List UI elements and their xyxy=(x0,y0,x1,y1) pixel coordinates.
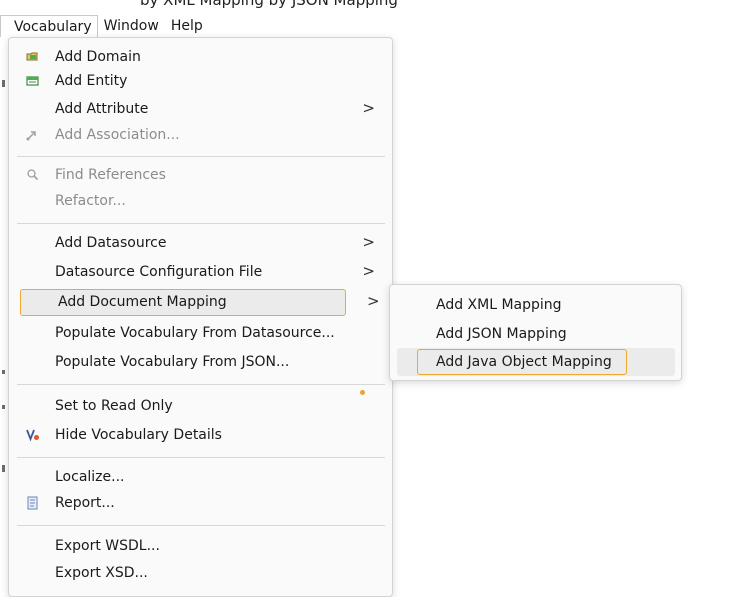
menu-item-export-xsd[interactable]: Export XSD... xyxy=(17,560,385,586)
vocabulary-v-icon xyxy=(25,427,41,443)
menu-item-label: Populate Vocabulary From JSON... xyxy=(55,354,290,370)
cursor-indicator-dot xyxy=(360,390,365,395)
menu-item-label: Add Domain xyxy=(55,49,141,65)
menubar-window[interactable]: Window xyxy=(98,15,165,37)
magnifier-icon xyxy=(25,167,41,183)
menu-item-set-read-only[interactable]: Set to Read Only xyxy=(17,393,385,419)
menu-separator xyxy=(17,525,385,526)
menu-item-datasource-config[interactable]: Datasource Configuration File > xyxy=(17,259,385,285)
menu-item-localize[interactable]: Localize... xyxy=(17,464,385,490)
submenu-item-label: Add JSON Mapping xyxy=(436,326,567,342)
menu-separator xyxy=(17,384,385,385)
menu-item-label: Add Document Mapping xyxy=(58,294,227,310)
menu-separator xyxy=(17,223,385,224)
menu-item-label: Set to Read Only xyxy=(55,398,173,414)
menu-item-export-wsdl[interactable]: Export WSDL... xyxy=(17,533,385,559)
submenu-item-add-java-object-mapping[interactable]: Add Java Object Mapping xyxy=(397,348,675,376)
background-fragment xyxy=(2,370,5,374)
menu-item-label: Add Datasource xyxy=(55,235,167,251)
document-mapping-submenu: Add XML Mapping Add JSON Mapping Add Jav… xyxy=(389,284,682,381)
submenu-item-add-json-mapping[interactable]: Add JSON Mapping xyxy=(397,320,675,348)
chevron-right-icon: > xyxy=(362,233,375,251)
background-caption: by XML Mapping by JSON Mapping xyxy=(0,0,733,14)
menu-item-add-domain[interactable]: Add Domain xyxy=(17,44,385,70)
chevron-right-icon: > xyxy=(362,262,375,280)
menu-separator xyxy=(17,156,385,157)
background-fragment xyxy=(2,80,5,87)
menu-item-populate-from-json[interactable]: Populate Vocabulary From JSON... xyxy=(17,349,385,375)
menu-item-label: Add Entity xyxy=(55,73,128,89)
submenu-item-label: Add XML Mapping xyxy=(436,297,562,313)
menu-item-add-document-mapping[interactable]: Add Document Mapping xyxy=(20,289,346,316)
background-caption-text: by XML Mapping by JSON Mapping xyxy=(140,0,398,9)
menu-item-add-association: Add Association... xyxy=(17,122,385,148)
menubar: Vocabulary Window Help xyxy=(0,14,209,38)
menu-item-label: Report... xyxy=(55,495,115,511)
menu-item-find-references: Find References xyxy=(17,162,385,188)
association-icon xyxy=(25,127,41,143)
menu-item-populate-from-datasource[interactable]: Populate Vocabulary From Datasource... xyxy=(17,320,385,346)
menubar-vocabulary[interactable]: Vocabulary xyxy=(0,15,98,37)
menu-item-label: Add Association... xyxy=(55,127,180,143)
menu-item-label: Find References xyxy=(55,167,166,183)
domain-add-icon xyxy=(25,49,41,65)
menu-item-add-datasource[interactable]: Add Datasource > xyxy=(17,230,385,256)
menu-item-label: Add Attribute xyxy=(55,101,149,117)
menu-item-label: Datasource Configuration File xyxy=(55,264,263,280)
menu-item-label: Export WSDL... xyxy=(55,538,160,554)
background-fragment xyxy=(2,465,5,472)
menu-item-add-entity[interactable]: Add Entity xyxy=(17,68,385,94)
menu-item-report[interactable]: Report... xyxy=(17,490,385,516)
menu-separator xyxy=(17,457,385,458)
menu-item-label: Hide Vocabulary Details xyxy=(55,427,222,443)
chevron-right-icon: > xyxy=(362,99,375,117)
entity-add-icon xyxy=(25,73,41,89)
menu-item-label: Refactor... xyxy=(55,193,126,209)
background-fragment xyxy=(2,405,5,409)
menu-item-add-attribute[interactable]: Add Attribute > xyxy=(17,96,385,122)
menu-item-label: Export XSD... xyxy=(55,565,148,581)
submenu-item-add-xml-mapping[interactable]: Add XML Mapping xyxy=(397,291,675,319)
menu-item-hide-vocabulary-details[interactable]: Hide Vocabulary Details xyxy=(17,422,385,448)
menubar-help[interactable]: Help xyxy=(165,15,209,37)
vocabulary-menu: Add Domain Add Entity Add Attribute > Ad… xyxy=(8,37,393,597)
report-icon xyxy=(25,495,41,511)
menu-item-refactor: Refactor... xyxy=(17,188,385,214)
menu-item-label: Localize... xyxy=(55,469,125,485)
menu-item-label: Populate Vocabulary From Datasource... xyxy=(55,325,335,341)
submenu-item-label: Add Java Object Mapping xyxy=(436,354,612,370)
chevron-right-icon: > xyxy=(367,292,380,310)
